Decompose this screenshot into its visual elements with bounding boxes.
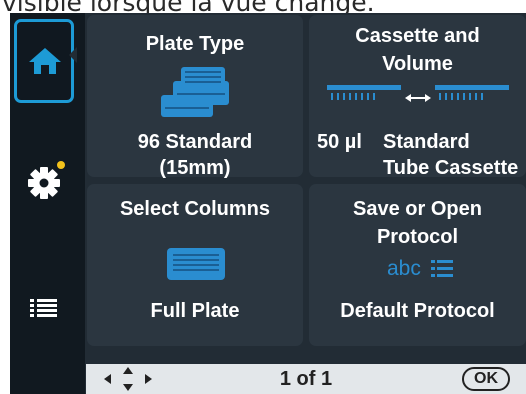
plate-type-tile[interactable]: Plate Type 96 Standard (15mm) bbox=[87, 15, 303, 179]
protocol-value: Default Protocol bbox=[340, 300, 495, 322]
plate-type-title: Plate Type bbox=[145, 33, 245, 55]
cassette-type-line2: Tube Cassette bbox=[383, 157, 519, 179]
sidebar bbox=[10, 13, 85, 394]
bottom-bar: 1 of 1 OK bbox=[86, 364, 526, 394]
gear-icon[interactable] bbox=[24, 163, 64, 203]
plate-type-value-line2: (15mm) bbox=[159, 157, 231, 179]
select-columns-value: Full Plate bbox=[150, 300, 240, 322]
cassette-title-line2: Volume bbox=[382, 53, 453, 75]
list-lines-icon bbox=[431, 260, 453, 277]
cassette-volume-icon bbox=[327, 85, 509, 102]
plate-stack-icon bbox=[161, 67, 229, 117]
cassette-title-line1: Cassette and bbox=[355, 25, 480, 47]
protocol-tile[interactable]: Save or Open Protocol abc Default Protoc… bbox=[309, 184, 526, 346]
plate-icon bbox=[167, 248, 225, 280]
home-icon bbox=[29, 48, 61, 74]
page-indicator: 1 of 1 bbox=[279, 368, 333, 390]
protocol-title-line1: Save or Open bbox=[353, 198, 482, 220]
notification-dot bbox=[57, 161, 65, 169]
ok-button[interactable]: OK bbox=[462, 367, 510, 391]
abc-text: abc bbox=[387, 257, 421, 280]
cassette-volume-tile[interactable]: Cassette and Volume 50 µl Standard Tube … bbox=[309, 15, 526, 179]
select-columns-title: Select Columns bbox=[119, 198, 271, 220]
abc-list-icon: abc bbox=[387, 256, 457, 282]
cassette-volume-value: 50 µl bbox=[317, 131, 362, 153]
list-icon[interactable] bbox=[26, 293, 62, 323]
instrument-screen: Plate Type 96 Standard (15mm) Cassette a… bbox=[10, 13, 526, 394]
active-tab-pointer bbox=[69, 47, 77, 63]
select-columns-tile[interactable]: Select Columns Full Plate bbox=[87, 184, 303, 346]
home-button[interactable] bbox=[14, 19, 74, 103]
protocol-title-line2: Protocol bbox=[376, 226, 459, 248]
